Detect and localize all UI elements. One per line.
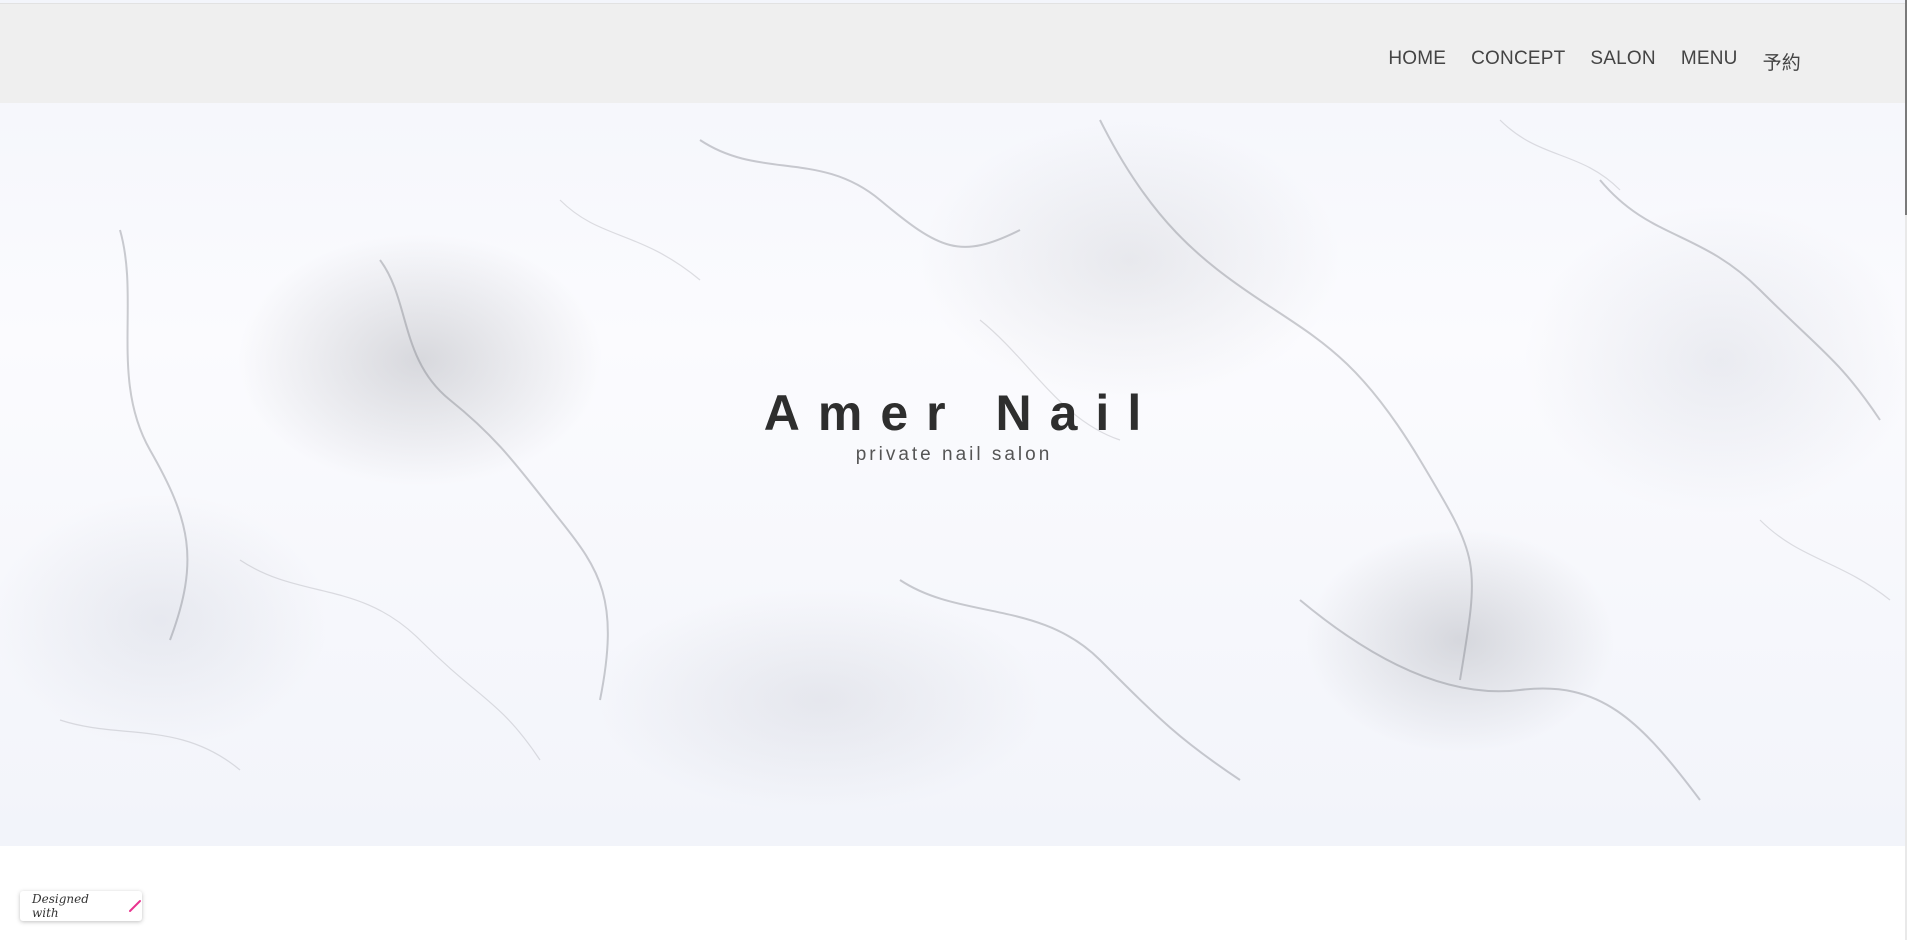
page: HOME CONCEPT SALON MENU 予約 Amer Nail pri… <box>0 0 1907 940</box>
badge-label: Designed with <box>32 892 89 920</box>
nav-menu[interactable]: MENU <box>1681 48 1738 75</box>
brand-block: Amer Nail private nail salon <box>0 384 1905 466</box>
designed-with-badge[interactable]: Designed with <box>20 891 142 921</box>
nav-home[interactable]: HOME <box>1388 48 1446 75</box>
nav-reservation[interactable]: 予約 <box>1763 48 1801 75</box>
pen-stroke-icon <box>128 899 142 913</box>
nav-salon[interactable]: SALON <box>1590 48 1655 75</box>
nav-concept[interactable]: CONCEPT <box>1471 48 1565 75</box>
site-subtitle: private nail salon <box>855 444 1053 465</box>
site-title: Amer Nail <box>763 385 1160 441</box>
header-bar: HOME CONCEPT SALON MENU 予約 <box>0 3 1905 103</box>
main-nav: HOME CONCEPT SALON MENU 予約 <box>1363 48 1801 75</box>
